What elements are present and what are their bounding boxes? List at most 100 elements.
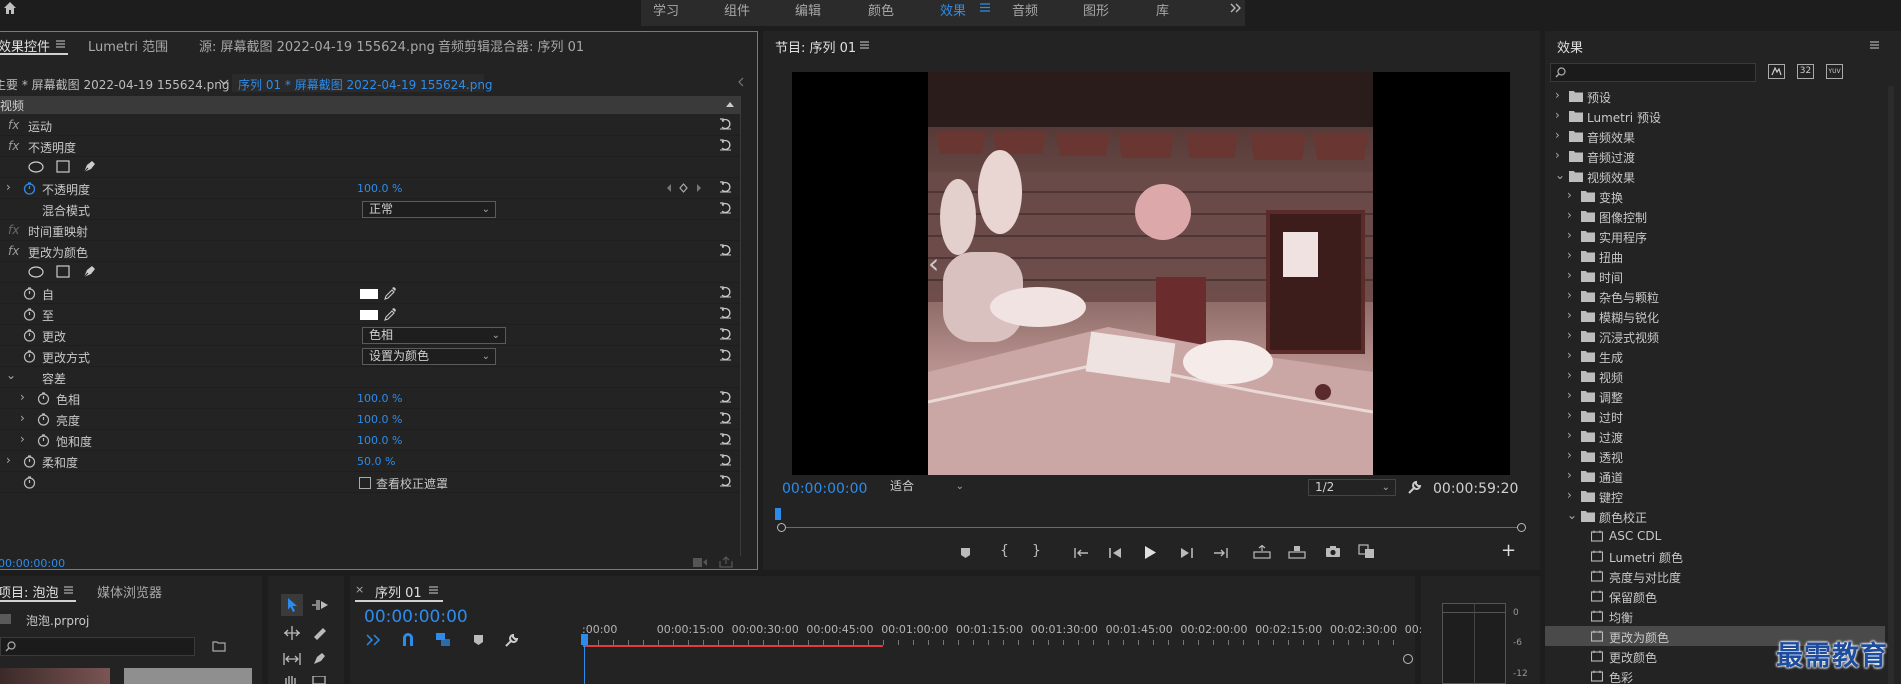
eyedropper-icon[interactable] — [384, 307, 397, 321]
collapse-chevron-icon[interactable]: ⌄ — [6, 368, 16, 382]
step-forward-icon[interactable] — [1180, 547, 1193, 559]
fit-dropdown[interactable]: 适合 ⌄ — [884, 479, 969, 496]
reset-icon[interactable] — [719, 286, 732, 298]
reset-icon[interactable] — [719, 433, 732, 445]
stopwatch-icon[interactable] — [23, 287, 36, 300]
source-tab[interactable]: 源: 屏幕截图 2022-04-19 155624.png — [199, 36, 435, 55]
lift-icon[interactable] — [1253, 545, 1271, 559]
expand-chevron-icon[interactable]: › — [20, 432, 25, 446]
lumetri-scopes-tab[interactable]: Lumetri 范围 — [88, 36, 168, 55]
go-to-in-icon[interactable] — [1074, 547, 1089, 559]
stopwatch-icon-active[interactable] — [23, 182, 36, 195]
effects-tree-item[interactable]: ⌄ 颜色校正 — [1545, 506, 1885, 526]
reset-icon[interactable] — [719, 139, 732, 151]
effects-tree-item[interactable]: › 音频过渡 — [1545, 146, 1885, 166]
rectangle-mask-icon[interactable] — [56, 160, 70, 173]
workspace-tab-effects[interactable]: 效果 — [940, 0, 966, 19]
track-select-tool-icon[interactable] — [311, 598, 331, 612]
effects-tree-item[interactable]: › 实用程序 — [1545, 226, 1885, 246]
workspace-tab-assembly[interactable]: 组件 — [724, 0, 750, 19]
chevron-right-icon[interactable]: › — [1567, 248, 1572, 262]
pen-mask-icon[interactable] — [82, 264, 97, 279]
audio-clip-mixer-tab[interactable]: 音频剪辑混合器: 序列 01 — [438, 36, 584, 55]
selection-tool-button[interactable] — [281, 594, 303, 616]
effects-tree-item[interactable]: › 扭曲 — [1545, 246, 1885, 266]
hue-value[interactable]: 100.0 % — [357, 392, 402, 405]
chevron-right-icon[interactable]: › — [1567, 188, 1572, 202]
program-scrub-bar[interactable] — [781, 527, 1523, 528]
chevron-right-icon[interactable]: › — [1567, 428, 1572, 442]
ellipse-mask-icon[interactable] — [28, 161, 44, 173]
effects-tree-item[interactable]: › 沉浸式视频 — [1545, 326, 1885, 346]
workspace-tab-color[interactable]: 颜色 — [868, 0, 894, 19]
softness-row[interactable]: › 柔和度 50.0 % — [0, 451, 740, 472]
effects-tree-item[interactable]: 保留颜色 — [1545, 586, 1885, 606]
effects-tree-item[interactable]: › 过时 — [1545, 406, 1885, 426]
new-bin-icon[interactable] — [212, 640, 226, 652]
workspace-tab-audio[interactable]: 音频 — [1012, 0, 1038, 19]
collapse-timeline-icon[interactable] — [737, 77, 745, 87]
chevron-right-icon[interactable]: › — [1567, 208, 1572, 222]
effects-panel-title[interactable]: 效果 — [1557, 37, 1583, 56]
home-icon[interactable] — [2, 1, 18, 15]
expand-chevron-icon[interactable]: › — [20, 390, 25, 404]
program-playhead-marker[interactable] — [775, 508, 781, 520]
to-color-swatch[interactable] — [360, 310, 378, 320]
reset-icon[interactable] — [719, 412, 732, 424]
effects-search-input[interactable] — [1569, 65, 1749, 80]
hue-row[interactable]: › 色相 100.0 % — [0, 388, 740, 409]
time-remap-row[interactable]: fx 时间重映射 — [0, 220, 740, 241]
project-tab[interactable]: 项目: 泡泡 — [0, 582, 59, 601]
change-dropdown[interactable]: 色相 ⌄ — [362, 327, 506, 344]
stopwatch-icon[interactable] — [37, 413, 50, 426]
effects-tree-item[interactable]: › 时间 — [1545, 266, 1885, 286]
media-thumbnail[interactable] — [0, 668, 110, 684]
filter-icon[interactable] — [692, 557, 708, 568]
effects-tree-item[interactable]: › 调整 — [1545, 386, 1885, 406]
chevron-right-icon[interactable]: › — [1567, 388, 1572, 402]
scrub-in-handle[interactable] — [777, 523, 786, 532]
export-frame-icon[interactable] — [1325, 545, 1341, 558]
reset-icon[interactable] — [719, 349, 732, 361]
chevron-right-icon[interactable]: › — [1567, 368, 1572, 382]
workspace-overflow-icon[interactable] — [1230, 3, 1242, 13]
tolerance-row[interactable]: ⌄ 容差 — [0, 367, 740, 388]
reset-icon[interactable] — [719, 475, 732, 487]
media-thumbnail[interactable] — [124, 668, 252, 684]
stopwatch-icon[interactable] — [23, 350, 36, 363]
timeline-settings-wrench-icon[interactable] — [504, 633, 519, 648]
opacity-row[interactable]: fx 不透明度 — [0, 136, 740, 157]
chevron-right-icon[interactable]: › — [1567, 228, 1572, 242]
effects-tree-item[interactable]: › 模糊与锐化 — [1545, 306, 1885, 326]
add-button-icon[interactable]: + — [1501, 540, 1516, 561]
view-mask-checkbox[interactable] — [359, 477, 371, 489]
effects-tree-item[interactable]: › 变换 — [1545, 186, 1885, 206]
clip-tab-chevron-icon[interactable] — [219, 79, 229, 87]
play-icon[interactable] — [1144, 545, 1157, 560]
chevron-right-icon[interactable]: › — [1555, 128, 1560, 142]
effects-tree-item[interactable]: 均衡 — [1545, 606, 1885, 626]
chevron-right-icon[interactable]: › — [1567, 308, 1572, 322]
timeline-zoom-handle[interactable] — [1403, 654, 1413, 664]
panel-menu-icon[interactable] — [64, 586, 73, 594]
effect-controls-timecode[interactable]: 00:00:00:00 — [0, 557, 65, 570]
sequence-tab[interactable]: 序列 01 — [375, 582, 422, 601]
motion-row[interactable]: fx 运动 — [0, 115, 740, 136]
effects-tree-item[interactable]: › 预设 — [1545, 86, 1885, 106]
reset-icon[interactable] — [719, 307, 732, 319]
timeline-playhead-head[interactable] — [581, 634, 588, 645]
chevron-right-icon[interactable]: › — [1555, 88, 1560, 102]
effects-tree-item[interactable]: › 键控 — [1545, 486, 1885, 506]
reset-icon[interactable] — [719, 181, 732, 193]
comparison-view-icon[interactable] — [1358, 544, 1375, 559]
export-icon[interactable] — [719, 556, 733, 568]
effects-tree-item[interactable]: › 图像控制 — [1545, 206, 1885, 226]
prev-keyframe-icon[interactable] — [666, 184, 672, 192]
close-tab-icon[interactable]: × — [355, 583, 364, 596]
workspace-tab-editing[interactable]: 编辑 — [795, 0, 821, 19]
pen-tool-icon[interactable] — [312, 651, 327, 666]
expand-chevron-icon[interactable]: › — [6, 180, 11, 194]
effects-tree-item[interactable]: › 视频 — [1545, 366, 1885, 386]
ripple-edit-tool-icon[interactable] — [282, 625, 302, 641]
mark-in-icon[interactable]: { — [1000, 543, 1009, 559]
